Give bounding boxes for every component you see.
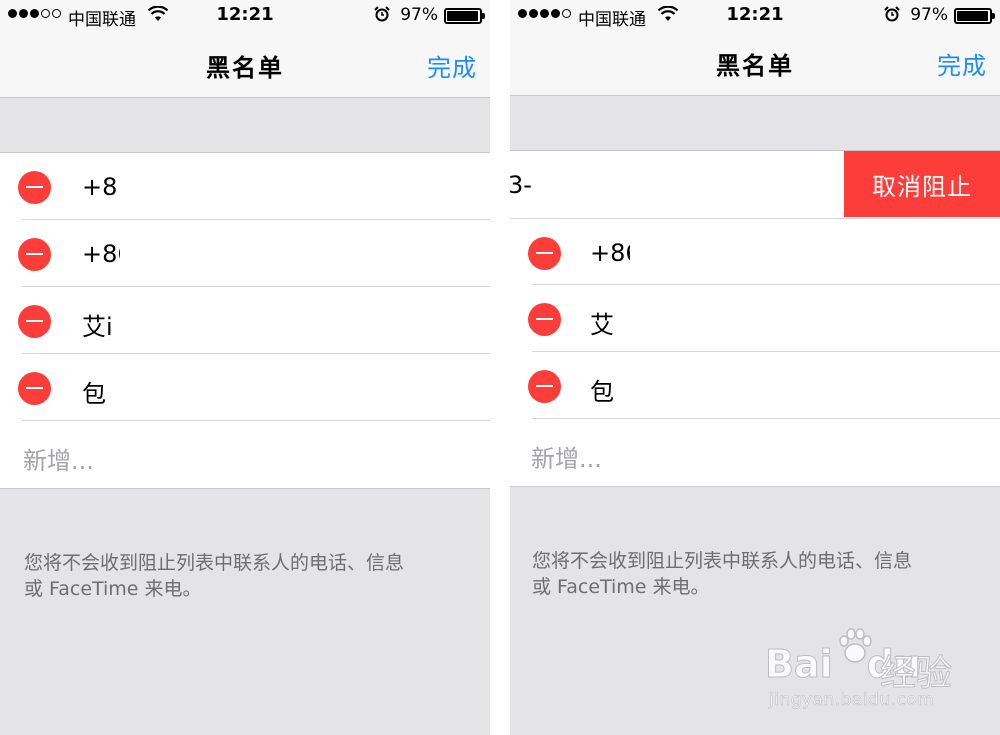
- done-button[interactable]: 完成: [937, 46, 987, 81]
- battery-percentage: 97%: [910, 5, 948, 25]
- contact-label: +8(: [82, 173, 116, 201]
- battery-percentage: 97%: [400, 5, 438, 25]
- unblock-button[interactable]: 取消阻止: [844, 151, 1000, 217]
- blocked-contact-row[interactable]: 包: [510, 352, 1000, 419]
- navigation-bar: 黑名单 完成: [510, 28, 1000, 96]
- navigation-bar: 黑名单 完成: [0, 30, 490, 98]
- baidu-jingyan-watermark: Bai du 经验 jingyan.baidu.com: [765, 626, 975, 716]
- footer-line-1: 您将不会收到阻止列表中联系人的电话、信息: [532, 550, 913, 572]
- footer-note: 您将不会收到阻止列表中联系人的电话、信息 或 FaceTime 来电。: [532, 548, 972, 600]
- blocked-list: 3- 取消阻止 +86 艾 包 新增...: [510, 150, 1000, 487]
- blocked-contact-row[interactable]: +8(: [0, 153, 490, 220]
- add-new-label[interactable]: 新增...: [23, 441, 94, 476]
- add-new-label[interactable]: 新增...: [531, 439, 602, 474]
- footer-note: 您将不会收到阻止列表中联系人的电话、信息 或 FaceTime 来电。: [24, 550, 464, 602]
- delete-minus-icon[interactable]: [18, 238, 51, 271]
- blocked-contact-row[interactable]: 艾i: [0, 287, 490, 354]
- blocked-contact-row[interactable]: +86: [0, 220, 490, 287]
- watermark-url: jingyan.baidu.com: [769, 690, 935, 711]
- contact-label: +86: [82, 240, 120, 268]
- paw-logo-icon: [839, 628, 872, 663]
- blocked-contact-row[interactable]: 包: [0, 354, 490, 421]
- add-new-row[interactable]: 新增...: [510, 419, 1000, 486]
- contact-label: 艾: [590, 311, 614, 339]
- done-button[interactable]: 完成: [427, 48, 477, 83]
- alarm-clock-icon: [884, 6, 900, 22]
- swiped-contact-row[interactable]: 3- 取消阻止: [510, 151, 1000, 218]
- delete-minus-icon[interactable]: [528, 237, 561, 270]
- delete-minus-icon[interactable]: [18, 305, 51, 338]
- screen-right: 中国联通 12:21 97% 黑名单 完成 3- 取消阻止 +86 艾: [510, 0, 1000, 735]
- delete-minus-icon[interactable]: [18, 372, 51, 405]
- page-title: 黑名单: [716, 52, 794, 80]
- screen-left: 中国联通 12:21 97% 黑名单 完成 +8( +86 艾i: [0, 0, 490, 735]
- footer-line-1: 您将不会收到阻止列表中联系人的电话、信息: [24, 552, 405, 574]
- contact-label: 包: [590, 378, 614, 406]
- watermark-brand-cn: 经验: [879, 653, 953, 695]
- contact-label: 3-: [510, 171, 532, 199]
- contact-label: 艾i: [82, 313, 113, 341]
- blocked-contact-row[interactable]: +86: [510, 218, 1000, 285]
- footer-line-2: 或 FaceTime 来电。: [532, 576, 710, 598]
- page-title: 黑名单: [206, 54, 284, 82]
- battery-icon: [954, 8, 995, 24]
- add-new-row[interactable]: 新增...: [0, 421, 490, 488]
- battery-icon: [444, 8, 485, 24]
- contact-label: +86: [590, 239, 630, 267]
- blocked-contact-row[interactable]: 艾: [510, 285, 1000, 352]
- delete-minus-icon[interactable]: [18, 171, 51, 204]
- alarm-clock-icon: [374, 6, 390, 22]
- delete-minus-icon[interactable]: [528, 303, 561, 336]
- status-bar: 中国联通 12:21 97%: [0, 0, 490, 30]
- blocked-list: +8( +86 艾i 包 新增...: [0, 152, 490, 489]
- footer-line-2: 或 FaceTime 来电。: [24, 578, 202, 600]
- contact-label: 包: [82, 380, 106, 408]
- status-bar: 中国联通 12:21 97%: [510, 0, 1000, 30]
- delete-minus-icon[interactable]: [528, 370, 561, 403]
